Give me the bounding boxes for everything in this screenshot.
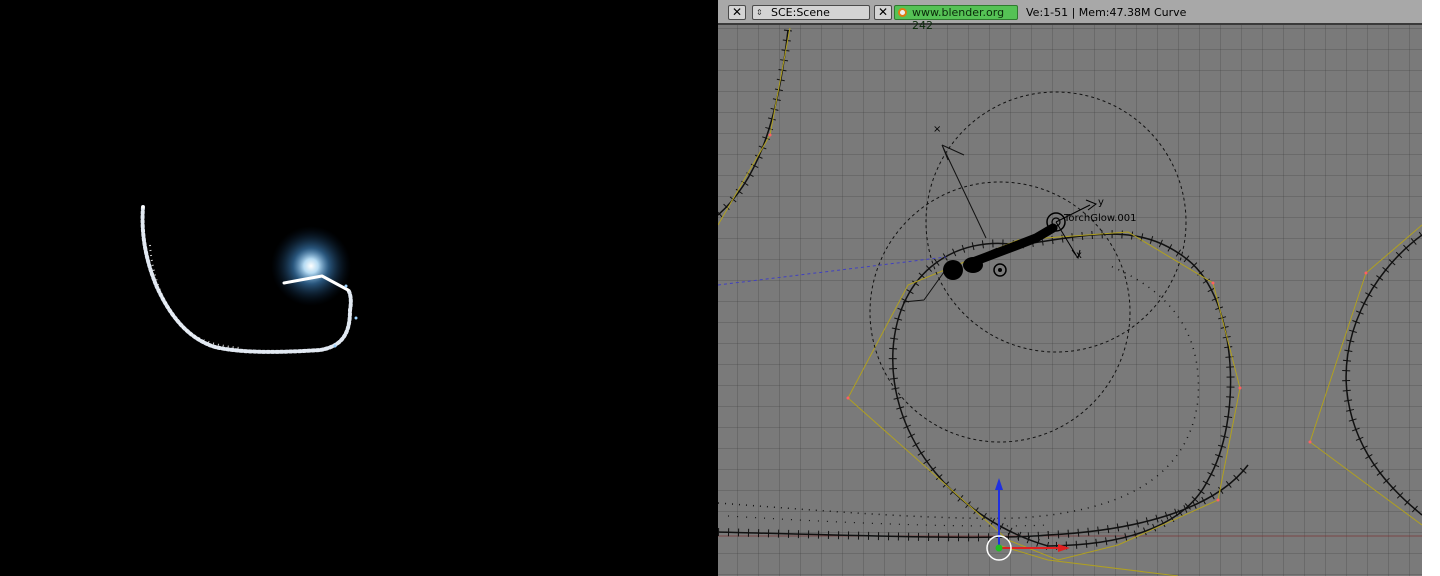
transform-manipulator[interactable] bbox=[986, 478, 1070, 561]
control-point[interactable] bbox=[768, 133, 772, 137]
render-preview bbox=[0, 0, 718, 576]
3d-viewport-panel: × TorchGlow.001 y x ✕ ⇕ SCE:Scene ✕ www.… bbox=[718, 0, 1422, 576]
curve-loop-ticks bbox=[888, 230, 1235, 550]
control-point[interactable] bbox=[1364, 271, 1368, 275]
curve-bottom-ticks bbox=[718, 462, 1252, 542]
object-label-torchglow: TorchGlow.001 bbox=[1063, 213, 1136, 224]
viewport-header: ✕ ⇕ SCE:Scene ✕ www.blender.org 242 Ve:1… bbox=[718, 0, 1422, 32]
curve-loop bbox=[892, 233, 1232, 547]
window-edge bbox=[1422, 0, 1440, 576]
spark-particle bbox=[333, 344, 337, 348]
blender-website-button[interactable]: www.blender.org 242 bbox=[894, 5, 1018, 32]
curve-right-ticks bbox=[1342, 231, 1422, 519]
spark-particle bbox=[344, 284, 348, 288]
control-point[interactable] bbox=[846, 396, 850, 400]
curve-right-handles bbox=[1309, 224, 1422, 526]
lamp-direction bbox=[902, 144, 987, 303]
delete-scene-button[interactable]: ✕ bbox=[874, 5, 892, 20]
up-down-arrows-icon: ⇕ bbox=[756, 8, 763, 17]
curve-left-ticks bbox=[718, 29, 792, 219]
curve-bottom-handles bbox=[997, 544, 1179, 576]
control-point[interactable] bbox=[1308, 440, 1312, 444]
blender-logo-icon bbox=[898, 8, 907, 17]
scene-stats: Ve:1-51 | Mem:47.38M Curve bbox=[1026, 6, 1187, 19]
scene-selector[interactable]: ⇕ SCE:Scene bbox=[752, 5, 870, 20]
torch-glow bbox=[271, 226, 351, 306]
control-point[interactable] bbox=[1211, 281, 1215, 285]
control-point[interactable] bbox=[1216, 498, 1220, 502]
constraint-line bbox=[718, 256, 947, 286]
spark-particle bbox=[354, 316, 358, 320]
axis-label-x: x bbox=[1076, 250, 1082, 261]
torch-object[interactable] bbox=[943, 223, 1058, 280]
scene-canvas: × TorchGlow.001 y x bbox=[718, 27, 1422, 576]
website-label: www.blender.org 242 bbox=[912, 6, 1005, 32]
spark-trail-inner bbox=[149, 244, 241, 349]
axis-label-y: y bbox=[1098, 197, 1104, 208]
spark-particle bbox=[141, 205, 145, 209]
close-area-button[interactable]: ✕ bbox=[728, 5, 746, 20]
scene-name: SCE:Scene bbox=[771, 6, 830, 19]
lamp-x-marker: × bbox=[933, 124, 941, 135]
curve-right bbox=[1345, 234, 1422, 516]
x-icon: ✕ bbox=[731, 5, 743, 19]
curve-bottom bbox=[718, 464, 1249, 539]
particle-path bbox=[718, 264, 1200, 520]
control-point[interactable] bbox=[1238, 386, 1242, 390]
3d-viewport-grid[interactable]: × TorchGlow.001 y x bbox=[718, 25, 1422, 576]
render-canvas bbox=[140, 205, 358, 354]
x-icon: ✕ bbox=[877, 5, 889, 19]
curve-left-handle bbox=[718, 27, 791, 226]
curve-left bbox=[718, 29, 789, 216]
